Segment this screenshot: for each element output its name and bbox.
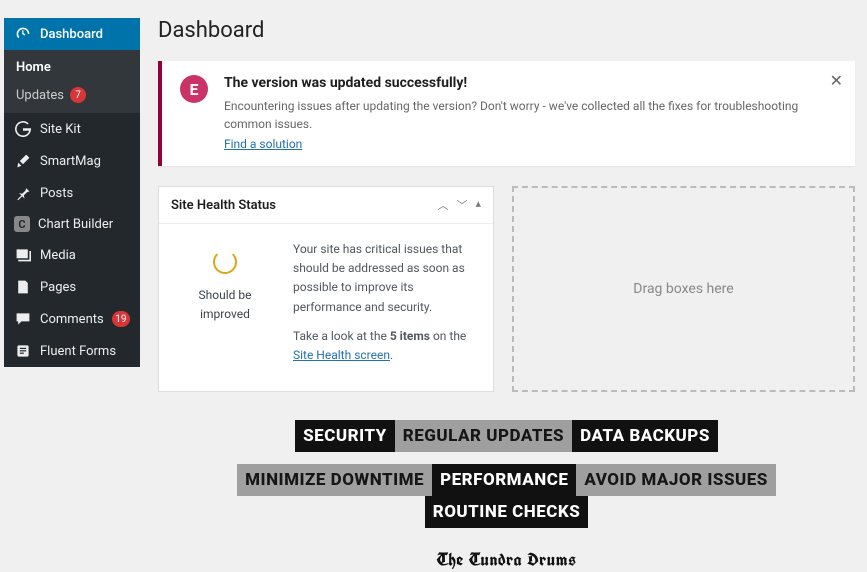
tag: SECURITY	[295, 420, 395, 452]
move-up-icon[interactable]: ︿	[437, 197, 448, 213]
tags-row: MINIMIZE DOWNTIME PERFORMANCE AVOID MAJO…	[158, 464, 855, 528]
sidebar-item-label: Posts	[40, 186, 73, 201]
elementor-icon: E	[180, 75, 208, 103]
sidebar-item-label: Chart Builder	[38, 217, 113, 232]
sidebar-item-pages[interactable]: Pages	[4, 271, 140, 303]
sidebar-item-label: Fluent Forms	[40, 344, 116, 359]
sidebar-item-label: Site Kit	[40, 122, 81, 137]
pages-icon	[14, 278, 32, 296]
admin-sidebar: Dashboard Home Updates 7 Site Kit SmartM…	[4, 18, 140, 367]
sidebar-sub-updates[interactable]: Updates 7	[4, 81, 140, 109]
health-status-label: Should be improved	[175, 286, 275, 324]
dashboard-widgets-row: Site Health Status ︿ ﹀ ▴ Should be impro…	[158, 186, 855, 392]
pin-icon	[14, 184, 32, 202]
sidebar-item-label: Comments	[40, 312, 104, 327]
tag: PERFORMANCE	[432, 464, 576, 496]
sidebar-item-chartbuilder[interactable]: C Chart Builder	[4, 209, 140, 239]
tag: MINIMIZE DOWNTIME	[237, 464, 432, 496]
sidebar-item-sitekit[interactable]: Site Kit	[4, 113, 140, 145]
notice-text: Encountering issues after updating the v…	[224, 97, 837, 133]
dropzone-label: Drag boxes here	[633, 281, 733, 297]
notice-find-solution-link[interactable]: Find a solution	[224, 137, 302, 151]
google-icon	[14, 120, 32, 138]
brush-icon	[14, 152, 32, 170]
widget-dropzone[interactable]: Drag boxes here	[512, 186, 855, 392]
updates-badge: 7	[70, 87, 86, 103]
widget-title: Site Health Status	[171, 198, 276, 213]
page-title: Dashboard	[158, 18, 855, 43]
sidebar-item-label: Pages	[40, 280, 76, 295]
move-down-icon[interactable]: ﹀	[456, 197, 467, 213]
sidebar-sub-home[interactable]: Home	[4, 54, 140, 81]
dashboard-icon	[14, 25, 32, 43]
sidebar-item-label: Media	[40, 248, 76, 263]
main-content: Dashboard E The version was updated succ…	[158, 18, 855, 392]
sidebar-item-label: Dashboard	[40, 27, 103, 42]
tag: AVOID MAJOR ISSUES	[576, 464, 775, 496]
health-desc-text: Your site has critical issues that shoul…	[293, 240, 477, 317]
widget-header: Site Health Status ︿ ﹀ ▴	[159, 187, 493, 224]
sidebar-item-media[interactable]: Media	[4, 239, 140, 271]
forms-icon	[14, 342, 32, 360]
notice-title: The version was updated successfully!	[224, 75, 837, 91]
sidebar-item-label: SmartMag	[40, 154, 101, 169]
health-link-text: Take a look at the 5 items on the Site H…	[293, 327, 477, 365]
tag: REGULAR UPDATES	[395, 420, 572, 452]
close-icon[interactable]: ✕	[830, 71, 843, 90]
tags-row: SECURITY REGULAR UPDATES DATA BACKUPS	[158, 420, 855, 452]
tag: DATA BACKUPS	[572, 420, 718, 452]
health-circle-icon	[213, 250, 237, 274]
comment-icon	[14, 310, 32, 328]
media-icon	[14, 246, 32, 264]
tags-area: SECURITY REGULAR UPDATES DATA BACKUPS MI…	[158, 420, 855, 572]
sidebar-item-dashboard[interactable]: Dashboard	[4, 18, 140, 50]
sidebar-item-posts[interactable]: Posts	[4, 177, 140, 209]
sidebar-submenu: Home Updates 7	[4, 50, 140, 113]
comments-badge: 19	[112, 311, 130, 327]
toggle-icon[interactable]: ▴	[475, 197, 481, 213]
chart-icon: C	[14, 216, 30, 232]
sidebar-item-smartmag[interactable]: SmartMag	[4, 145, 140, 177]
update-notice: E The version was updated successfully! …	[158, 61, 855, 166]
sidebar-item-comments[interactable]: Comments 19	[4, 303, 140, 335]
site-health-widget: Site Health Status ︿ ﹀ ▴ Should be impro…	[158, 186, 494, 392]
site-health-link[interactable]: Site Health screen	[293, 348, 390, 362]
footer-brand: The Tundra Drums	[158, 548, 855, 572]
sidebar-item-fluentforms[interactable]: Fluent Forms	[4, 335, 140, 367]
tag: ROUTINE CHECKS	[425, 496, 589, 528]
